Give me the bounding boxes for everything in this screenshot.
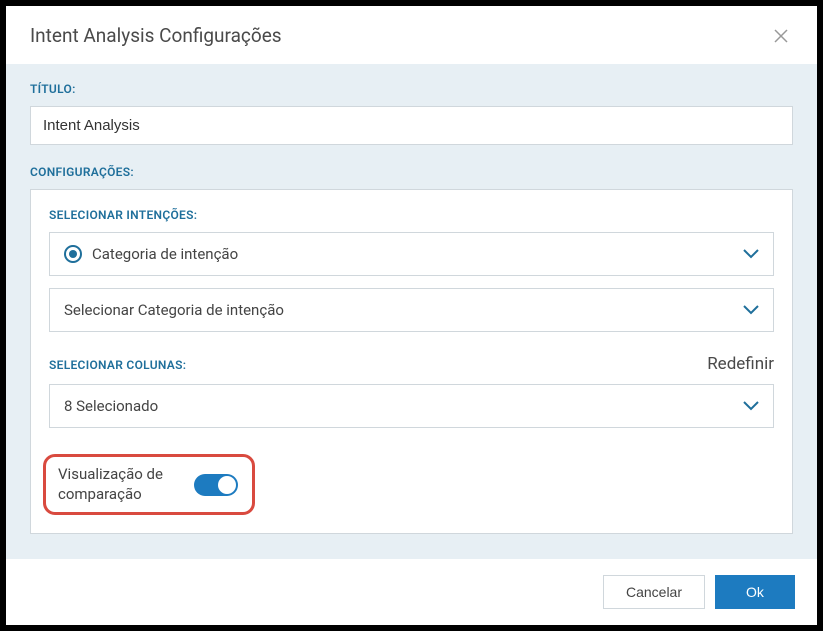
cancel-button[interactable]: Cancelar	[603, 575, 705, 609]
close-button[interactable]	[769, 24, 793, 50]
dropdown-content: Selecionar Categoria de intenção	[64, 301, 284, 319]
title-section-label: TÍTULO:	[30, 82, 793, 96]
intent-category-text: Categoria de intenção	[92, 245, 238, 263]
comparison-view-row: Visualização de comparação	[43, 454, 255, 515]
ok-button[interactable]: Ok	[715, 575, 795, 609]
reset-link[interactable]: Redefinir	[707, 354, 774, 374]
dropdown-content: Categoria de intenção	[64, 245, 238, 263]
comparison-view-toggle[interactable]	[194, 474, 238, 496]
select-intent-category-text: Selecionar Categoria de intenção	[64, 301, 284, 319]
close-icon	[773, 32, 789, 47]
modal-body: TÍTULO: CONFIGURAÇÕES: SELECIONAR INTENÇ…	[6, 64, 817, 559]
intent-category-dropdown[interactable]: Categoria de intenção	[49, 232, 774, 276]
comparison-view-label: Visualização de comparação	[58, 465, 178, 504]
selected-count-text: 8 Selecionado	[64, 397, 158, 415]
radio-selected-icon	[64, 245, 82, 263]
modal-title: Intent Analysis Configurações	[30, 24, 282, 47]
modal-header: Intent Analysis Configurações	[6, 6, 817, 64]
dropdown-content: 8 Selecionado	[64, 397, 158, 415]
select-intents-label: SELECIONAR INTENÇÕES:	[49, 208, 774, 222]
config-panel: SELECIONAR INTENÇÕES: Categoria de inten…	[30, 189, 793, 534]
columns-selected-dropdown[interactable]: 8 Selecionado	[49, 384, 774, 428]
modal-footer: Cancelar Ok	[6, 559, 817, 625]
chevron-down-icon	[743, 301, 759, 319]
toggle-knob	[218, 476, 236, 494]
title-input[interactable]	[30, 106, 793, 145]
select-columns-row: SELECIONAR COLUNAS: Redefinir	[49, 354, 774, 374]
config-section-label: CONFIGURAÇÕES:	[30, 165, 793, 179]
chevron-down-icon	[743, 397, 759, 415]
chevron-down-icon	[743, 245, 759, 263]
select-columns-label: SELECIONAR COLUNAS:	[49, 358, 186, 372]
select-intent-category-dropdown[interactable]: Selecionar Categoria de intenção	[49, 288, 774, 332]
modal-dialog: Intent Analysis Configurações TÍTULO: CO…	[6, 6, 817, 625]
